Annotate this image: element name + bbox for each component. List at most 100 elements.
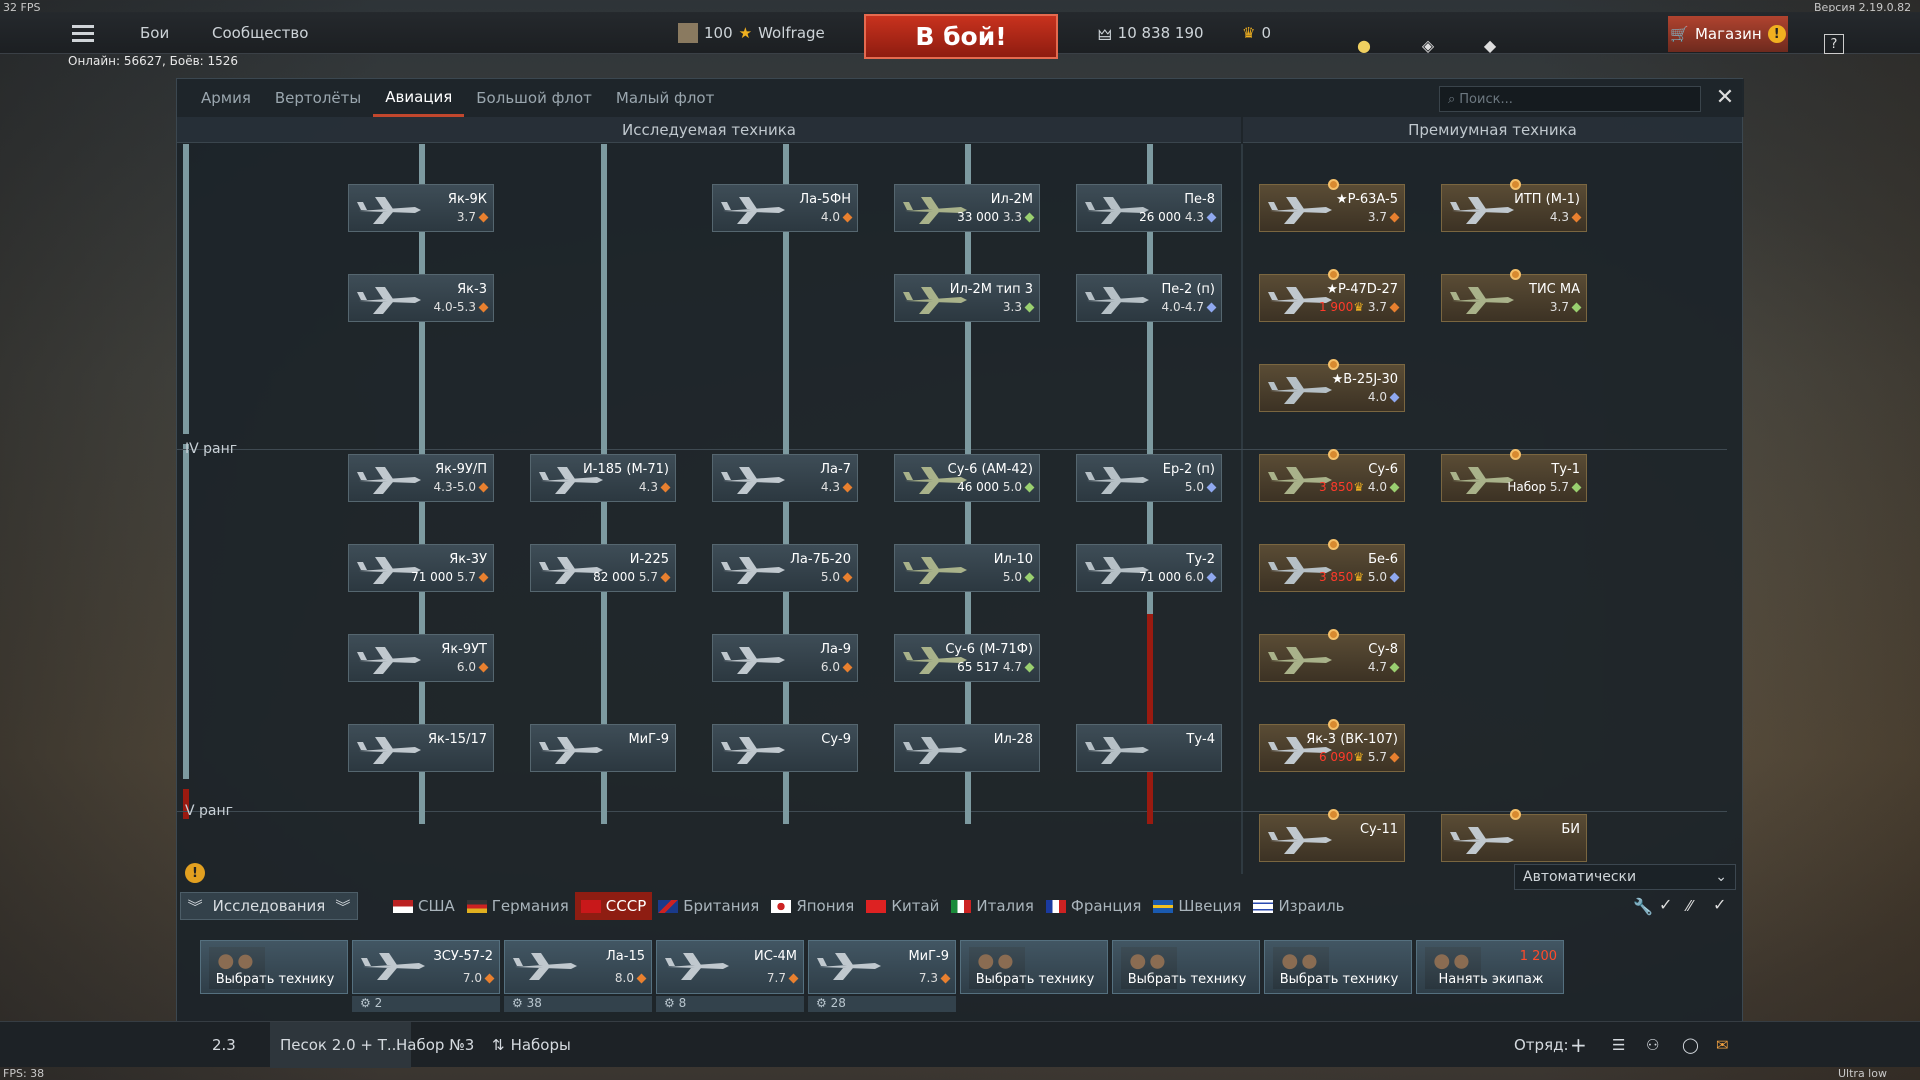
crew-slot[interactable]: 1 200 Нанять экипаж <box>1416 940 1564 994</box>
class-icon <box>1206 572 1217 583</box>
premium-vehicle-card[interactable]: Су-11 <box>1259 809 1405 862</box>
community-menu[interactable]: Сообщество <box>212 12 308 54</box>
premium-vehicle-card[interactable]: ★P-47D-27 1 900♛ 3.7 <box>1259 269 1405 322</box>
vehicle-card[interactable]: Ту-2 71 000 6.0 <box>1076 544 1222 592</box>
crew-slot[interactable]: Выбрать технику <box>200 940 348 994</box>
nation-tab[interactable]: Израиль <box>1247 892 1350 920</box>
crew-mode-select[interactable]: Автоматически ⌄ <box>1514 864 1736 890</box>
vehicle-card[interactable]: Ту-4 <box>1076 724 1222 772</box>
help-icon[interactable]: ? <box>1824 34 1844 54</box>
game-mode-button[interactable]: Песок 2.0 + Т... <box>270 1022 412 1068</box>
vehicle-card[interactable]: Ла-5ФН 4.0 <box>712 184 858 232</box>
premium-vehicle-card[interactable]: Ту-1 Набор 5.7 <box>1441 449 1587 502</box>
add-squad-icon[interactable]: + <box>1570 1022 1587 1068</box>
crew-slot[interactable]: ЗСУ-57-2 7.0 <box>352 940 500 994</box>
list-icon[interactable]: ☰ <box>1612 1022 1625 1068</box>
silver-balance[interactable]: 🜲 10 838 190 <box>1098 12 1204 54</box>
crew-slot[interactable]: Выбрать технику <box>1112 940 1260 994</box>
crew-slot[interactable]: ИС-4М 7.7 <box>656 940 804 994</box>
crew-slot[interactable]: Ла-15 8.0 <box>504 940 652 994</box>
crew-slot[interactable]: Выбрать технику <box>960 940 1108 994</box>
vehicle-card[interactable]: И-185 (М-71) 4.3 <box>530 454 676 502</box>
coupon-icon[interactable]: ◆ <box>1478 34 1502 56</box>
premium-vehicle-card[interactable]: Бе-6 3 850♛ 5.0 <box>1259 539 1405 592</box>
nation-tab[interactable]: Германия <box>461 892 575 920</box>
premium-vehicle-card[interactable]: ★B-25J-30 4.0 <box>1259 359 1405 412</box>
warning-icon[interactable]: ! <box>185 863 205 883</box>
tab-helicopters[interactable]: Вертолёты <box>263 79 373 117</box>
vehicle-card[interactable]: Ла-9 6.0 <box>712 634 858 682</box>
battles-menu[interactable]: Бои <box>140 12 169 54</box>
premium-vehicle-card[interactable]: ТИС МА 3.7 <box>1441 269 1587 322</box>
vehicle-card[interactable]: Як-15/17 <box>348 724 494 772</box>
tab-army[interactable]: Армия <box>189 79 263 117</box>
nation-tab[interactable]: США <box>387 892 461 920</box>
player-profile[interactable]: 100 ★ Wolfrage <box>678 12 825 54</box>
tab-bluewater-fleet[interactable]: Большой флот <box>464 79 604 117</box>
warbond-icon[interactable]: ◈ <box>1416 34 1440 56</box>
vehicle-card[interactable]: Як-9У/П 4.3-5.0 <box>348 454 494 502</box>
nation-tab[interactable]: Япония <box>765 892 860 920</box>
battle-rating: 71 000 5.7 <box>411 570 489 584</box>
vehicle-card[interactable]: Ил-2М 33 000 3.3 <box>894 184 1040 232</box>
search-input[interactable]: ⌕ Поиск... <box>1439 86 1701 112</box>
rank-iv-label: IV ранг <box>185 441 238 457</box>
ammo-icon[interactable]: ⁄⁄ <box>1687 897 1692 915</box>
presets-button[interactable]: ⇅ Наборы <box>492 1022 571 1068</box>
to-battle-button[interactable]: В бой! <box>864 14 1058 59</box>
tab-aviation[interactable]: Авиация <box>373 79 465 117</box>
vehicle-card[interactable]: Пе-8 26 000 4.3 <box>1076 184 1222 232</box>
checkmark-icon[interactable]: ✓ <box>1713 895 1726 914</box>
vehicle-card[interactable]: МиГ-9 <box>530 724 676 772</box>
vehicle-card[interactable]: Ла-7 4.3 <box>712 454 858 502</box>
vehicle-card[interactable]: Пе-2 (п) 4.0-4.7 <box>1076 274 1222 322</box>
vehicle-card[interactable]: Як-9УТ 6.0 <box>348 634 494 682</box>
premium-vehicle-card[interactable]: Як-3 (ВК-107) 6 090♛ 5.7 <box>1259 719 1405 772</box>
vehicle-card[interactable]: Су-6 (М-71Ф) 65 517 4.7 <box>894 634 1040 682</box>
premium-vehicle-card[interactable]: Су-6 3 850♛ 4.0 <box>1259 449 1405 502</box>
premium-vehicle-card[interactable]: ★P-63A-5 3.7 <box>1259 179 1405 232</box>
vehicle-card[interactable]: Ил-10 5.0 <box>894 544 1040 592</box>
vehicle-card[interactable]: Як-9К 3.7 <box>348 184 494 232</box>
vehicle-card[interactable]: Су-6 (АМ-42) 46 000 5.0 <box>894 454 1040 502</box>
vehicle-card[interactable]: Су-9 <box>712 724 858 772</box>
menu-icon[interactable] <box>72 12 96 54</box>
research-toggle-button[interactable]: ︾ Исследования ︾ <box>180 892 358 920</box>
lightbulb-icon[interactable]: ● <box>1352 34 1376 56</box>
repair-icon[interactable]: 🔧 <box>1633 897 1653 916</box>
close-icon[interactable]: ✕ <box>1712 84 1738 110</box>
friends-icon[interactable]: ⚇ <box>1646 1022 1659 1068</box>
premium-marker-icon <box>1328 269 1339 280</box>
checkmark-icon[interactable]: ✓ <box>1659 895 1672 914</box>
battle-rating: 3.3 <box>1003 300 1035 314</box>
chat-icon[interactable]: ◯ <box>1682 1022 1699 1068</box>
nation-tab[interactable]: Франция <box>1040 892 1147 920</box>
class-icon <box>478 482 489 493</box>
vehicle-card[interactable]: Ил-28 <box>894 724 1040 772</box>
shop-button[interactable]: 🛒 Магазин ! <box>1668 16 1788 52</box>
crew-slot[interactable]: МиГ-9 7.3 <box>808 940 956 994</box>
vehicle-name: ★B-25J-30 <box>1331 372 1398 387</box>
gold-balance[interactable]: ♛ 0 <box>1242 12 1271 54</box>
premium-vehicle-card[interactable]: БИ <box>1441 809 1587 862</box>
premium-vehicle-card[interactable]: ИТП (М-1) 4.3 <box>1441 179 1587 232</box>
premium-vehicle-card[interactable]: Су-8 4.7 <box>1259 629 1405 682</box>
vehicle-card[interactable]: Ил-2М тип 3 3.3 <box>894 274 1040 322</box>
vehicle-card[interactable]: Ер-2 (п) 5.0 <box>1076 454 1222 502</box>
vehicle-card[interactable]: И-225 82 000 5.7 <box>530 544 676 592</box>
crew-slot[interactable]: Выбрать технику <box>1264 940 1412 994</box>
vehicle-card[interactable]: Ла-7Б-20 5.0 <box>712 544 858 592</box>
vehicle-card[interactable]: Як-3У 71 000 5.7 <box>348 544 494 592</box>
vehicle-card[interactable]: Як-3 4.0-5.3 <box>348 274 494 322</box>
nation-tab[interactable]: Британия <box>652 892 765 920</box>
nation-tab[interactable]: Швеция <box>1147 892 1247 920</box>
vehicle-tree[interactable]: IV ранг V ранг Як-9К 3.7 Як-3 4.0-5.3 Як-9У/… <box>177 144 1744 874</box>
tab-coastal-fleet[interactable]: Малый флот <box>604 79 726 117</box>
nation-tab[interactable]: Италия <box>945 892 1040 920</box>
battle-rating: 3 850♛ 5.0 <box>1319 570 1400 584</box>
nation-tab[interactable]: Китай <box>860 892 945 920</box>
cart-icon: 🛒 <box>1670 25 1689 43</box>
mail-icon[interactable]: ✉ <box>1716 1022 1729 1068</box>
nation-tab[interactable]: СССР <box>574 892 653 920</box>
preset-button[interactable]: Набор №3 <box>396 1022 474 1068</box>
